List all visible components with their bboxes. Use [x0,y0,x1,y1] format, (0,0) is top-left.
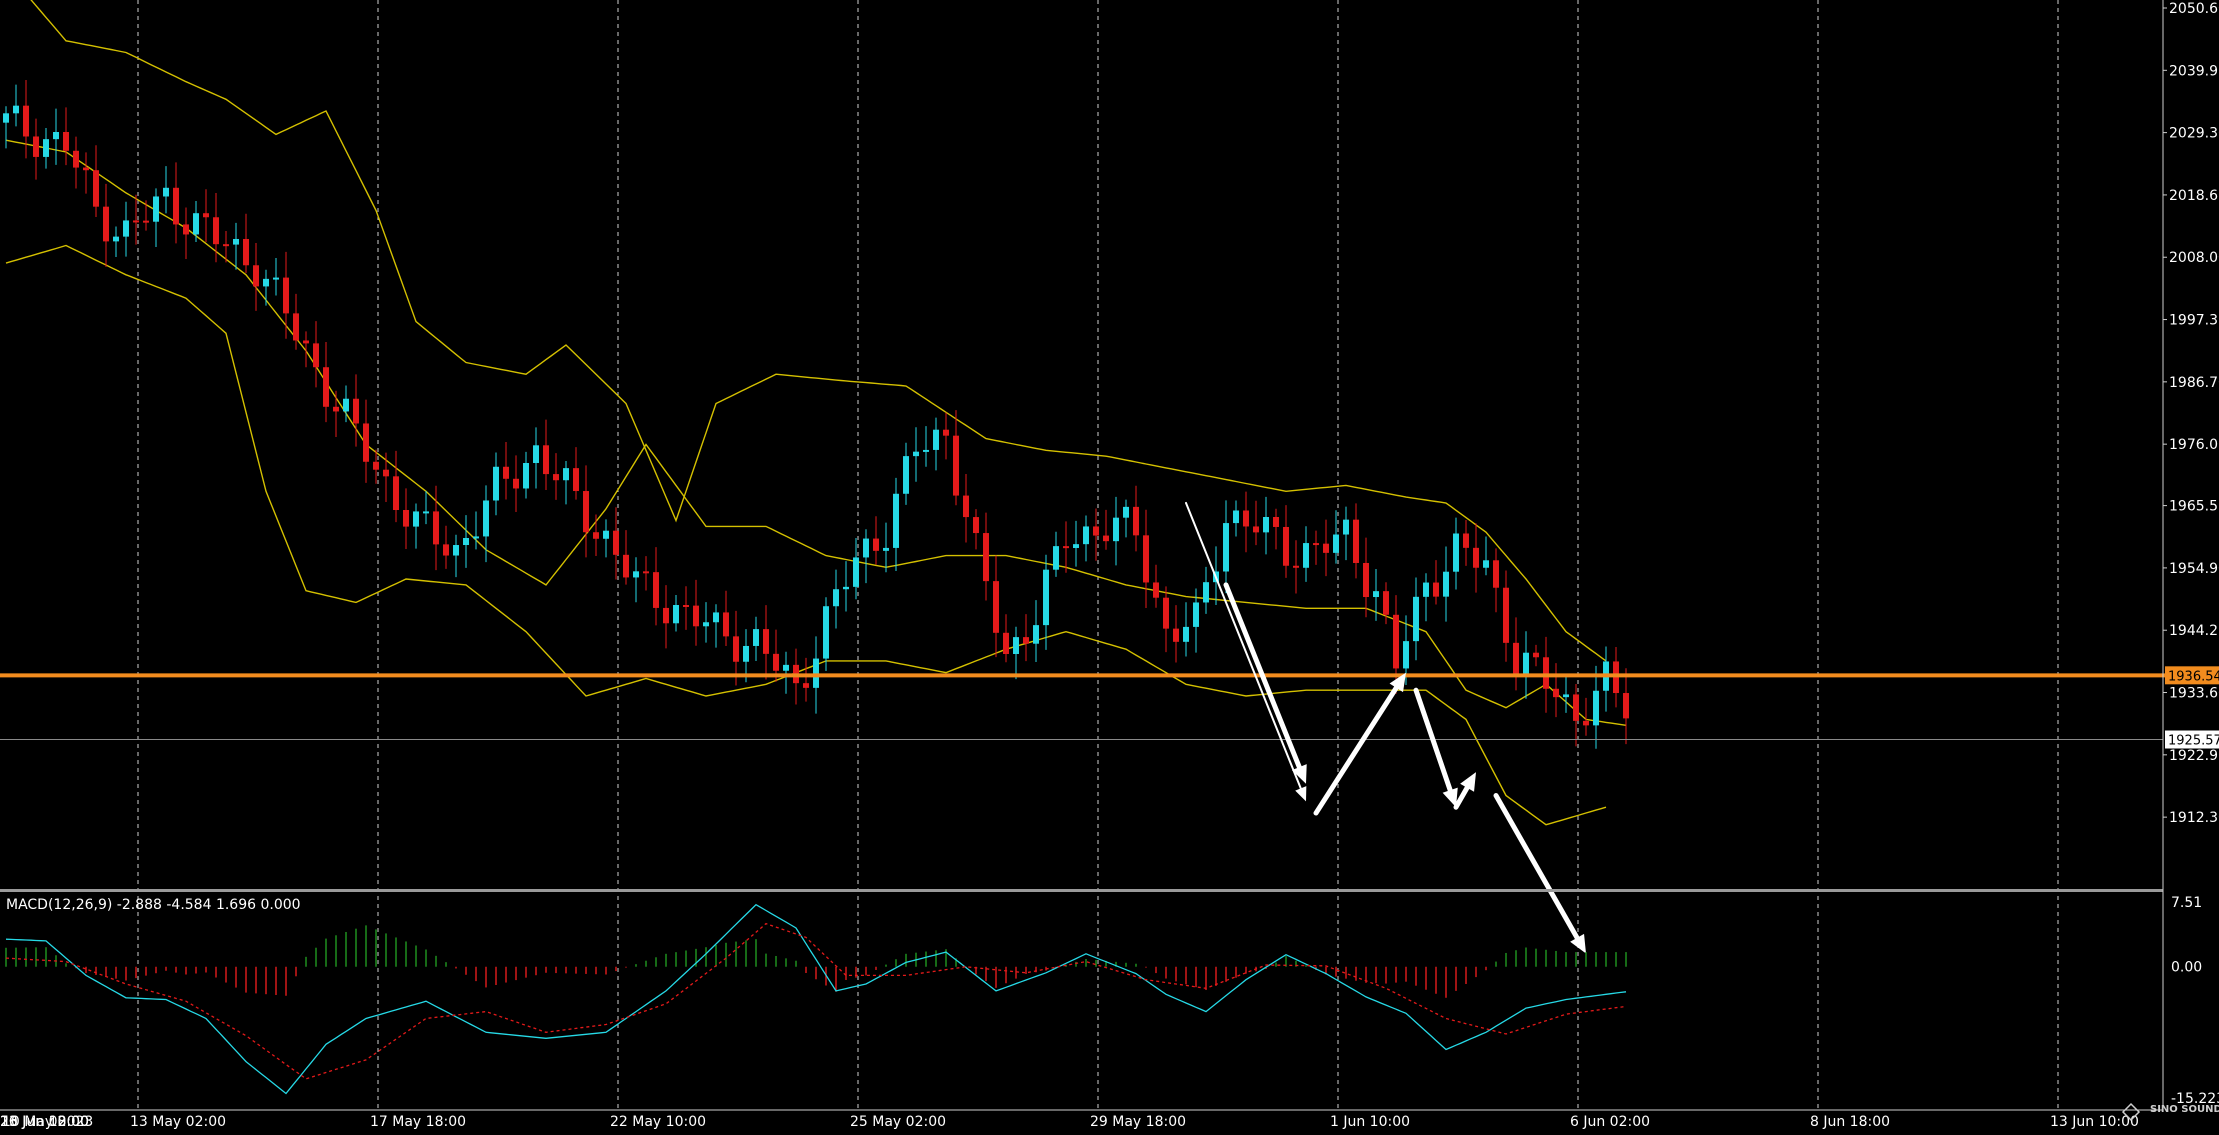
macd-tick-label: 0.00 [2171,960,2202,976]
price-tick-label: 1965.55 [2169,499,2219,515]
macd-tick-label: 7.51 [2171,895,2202,911]
time-tick-label: 25 May 02:00 [850,1114,946,1130]
time-tick-label: 1 Jun 10:00 [1330,1114,1410,1130]
price-tick-label: 1944.25 [2169,623,2219,639]
price-tick-label: 1933.60 [2169,686,2219,702]
trading-chart: MACD(12,26,9) -2.888 -4.584 1.696 0.000 … [0,0,2219,1135]
chart-background [0,0,2219,1135]
macd-indicator-label: MACD(12,26,9) -2.888 -4.584 1.696 0.000 [6,897,301,913]
current-price-tag: 1925.57 [2165,730,2219,749]
price-tick-label: 2029.30 [2169,126,2219,142]
price-tick-label: 1912.30 [2169,810,2219,826]
time-tick-label: 13 May 02:00 [130,1114,226,1130]
price-tick-label: 2039.95 [2169,63,2219,79]
time-tick-label: 22 May 10:00 [610,1114,706,1130]
price-tick-label: 1922.95 [2169,748,2219,764]
watermark-text: SINO SOUND [2150,1104,2219,1115]
price-tick-label: 2008.00 [2169,250,2219,266]
price-tick-label: 1954.90 [2169,561,2219,577]
price-tick-label: 1986.70 [2169,375,2219,391]
svg-text:1925.57: 1925.57 [2168,734,2219,749]
price-tick-label: 1997.35 [2169,313,2219,329]
pane-separator-line [0,889,2163,892]
price-tick-label: 2050.60 [2169,1,2219,17]
price-tick-label: 2018.65 [2169,188,2219,204]
time-tick-label: 23 Jun 10:00 [0,1114,89,1130]
time-tick-label: 13 Jun 10:00 [2050,1114,2139,1130]
time-tick-label: 29 May 18:00 [1090,1114,1186,1130]
time-tick-label: 6 Jun 02:00 [1570,1114,1650,1130]
time-tick-label: 17 May 18:00 [370,1114,466,1130]
svg-text:1936.54: 1936.54 [2168,669,2219,684]
support-price-tag: 1936.54 [2165,666,2219,685]
time-tick-label: 8 Jun 18:00 [1810,1114,1890,1130]
pane-separator [0,889,2163,892]
price-tick-label: 1976.05 [2169,437,2219,453]
